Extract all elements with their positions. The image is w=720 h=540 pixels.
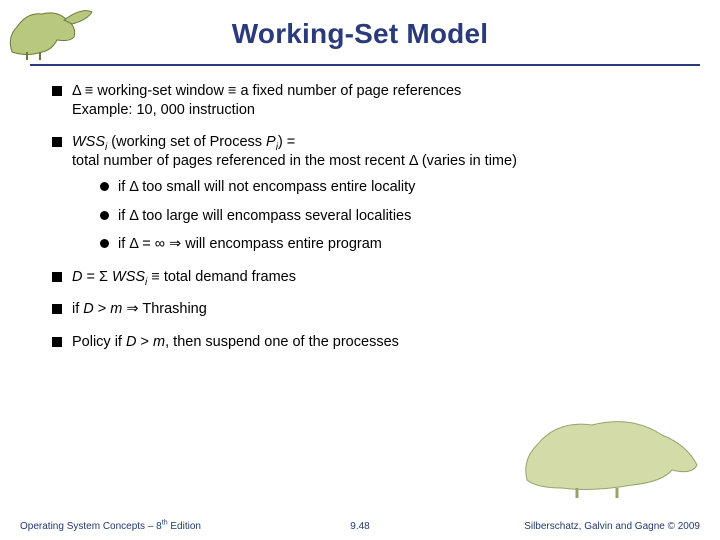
b4-pre: if xyxy=(72,301,83,317)
bullet-4: if D > m ⇒ Thrashing xyxy=(52,300,690,319)
b2-line2: total number of pages referenced in the … xyxy=(72,153,517,169)
b3-post: ≡ total demand frames xyxy=(147,269,296,285)
footer-left-post: Edition xyxy=(168,521,201,532)
footer-left-main: Operating System Concepts – 8 xyxy=(20,521,162,532)
b2-mid: (working set of Process xyxy=(107,134,266,150)
bullet-2-sublist: if Δ too small will not encompass entire… xyxy=(100,178,690,254)
b5-gt: > xyxy=(136,334,153,350)
b5-post: , then suspend one of the processes xyxy=(165,334,399,350)
bullet-1-line2: Example: 10, 000 instruction xyxy=(72,102,255,118)
bullet-list: Δ ≡ working-set window ≡ a fixed number … xyxy=(52,82,690,351)
b2-p: P xyxy=(266,134,276,150)
bullet-5: Policy if D > m, then suspend one of the… xyxy=(52,333,690,352)
slide: Working-Set Model Δ ≡ working-set window… xyxy=(0,0,720,540)
bullet-3: D = Σ WSSi ≡ total demand frames xyxy=(52,268,690,287)
b2-sub3: if Δ = ∞ ⇒ will encompass entire program xyxy=(100,235,690,254)
b2-post: ) = xyxy=(278,134,295,150)
title-area: Working-Set Model xyxy=(0,18,720,50)
b3-wss: WSS xyxy=(112,269,145,285)
bullet-2: WSSi (working set of Process Pi) = total… xyxy=(52,133,690,254)
b2-wss: WSS xyxy=(72,134,105,150)
footer-right: Silberschatz, Galvin and Gagne © 2009 xyxy=(524,521,700,532)
b3-d: D xyxy=(72,269,82,285)
b5-pre: Policy if xyxy=(72,334,126,350)
b5-d: D xyxy=(126,334,136,350)
b4-post: ⇒ Thrashing xyxy=(122,301,206,317)
b2-sub2: if Δ too large will encompass several lo… xyxy=(100,207,690,226)
footer-left: Operating System Concepts – 8th Edition xyxy=(20,521,201,532)
b4-m: m xyxy=(110,301,122,317)
dinosaur-bottom-decoration xyxy=(522,410,702,500)
b4-gt: > xyxy=(94,301,111,317)
content-body: Δ ≡ working-set window ≡ a fixed number … xyxy=(52,82,690,365)
b4-d: D xyxy=(83,301,93,317)
footer-center: 9.48 xyxy=(350,521,369,532)
b2-sub1: if Δ too small will not encompass entire… xyxy=(100,178,690,197)
slide-title: Working-Set Model xyxy=(0,18,720,50)
title-underline xyxy=(30,64,700,66)
bullet-1: Δ ≡ working-set window ≡ a fixed number … xyxy=(52,82,690,119)
b3-mid: = Σ xyxy=(82,269,112,285)
bullet-1-line1: Δ ≡ working-set window ≡ a fixed number … xyxy=(72,83,461,99)
b5-m: m xyxy=(153,334,165,350)
